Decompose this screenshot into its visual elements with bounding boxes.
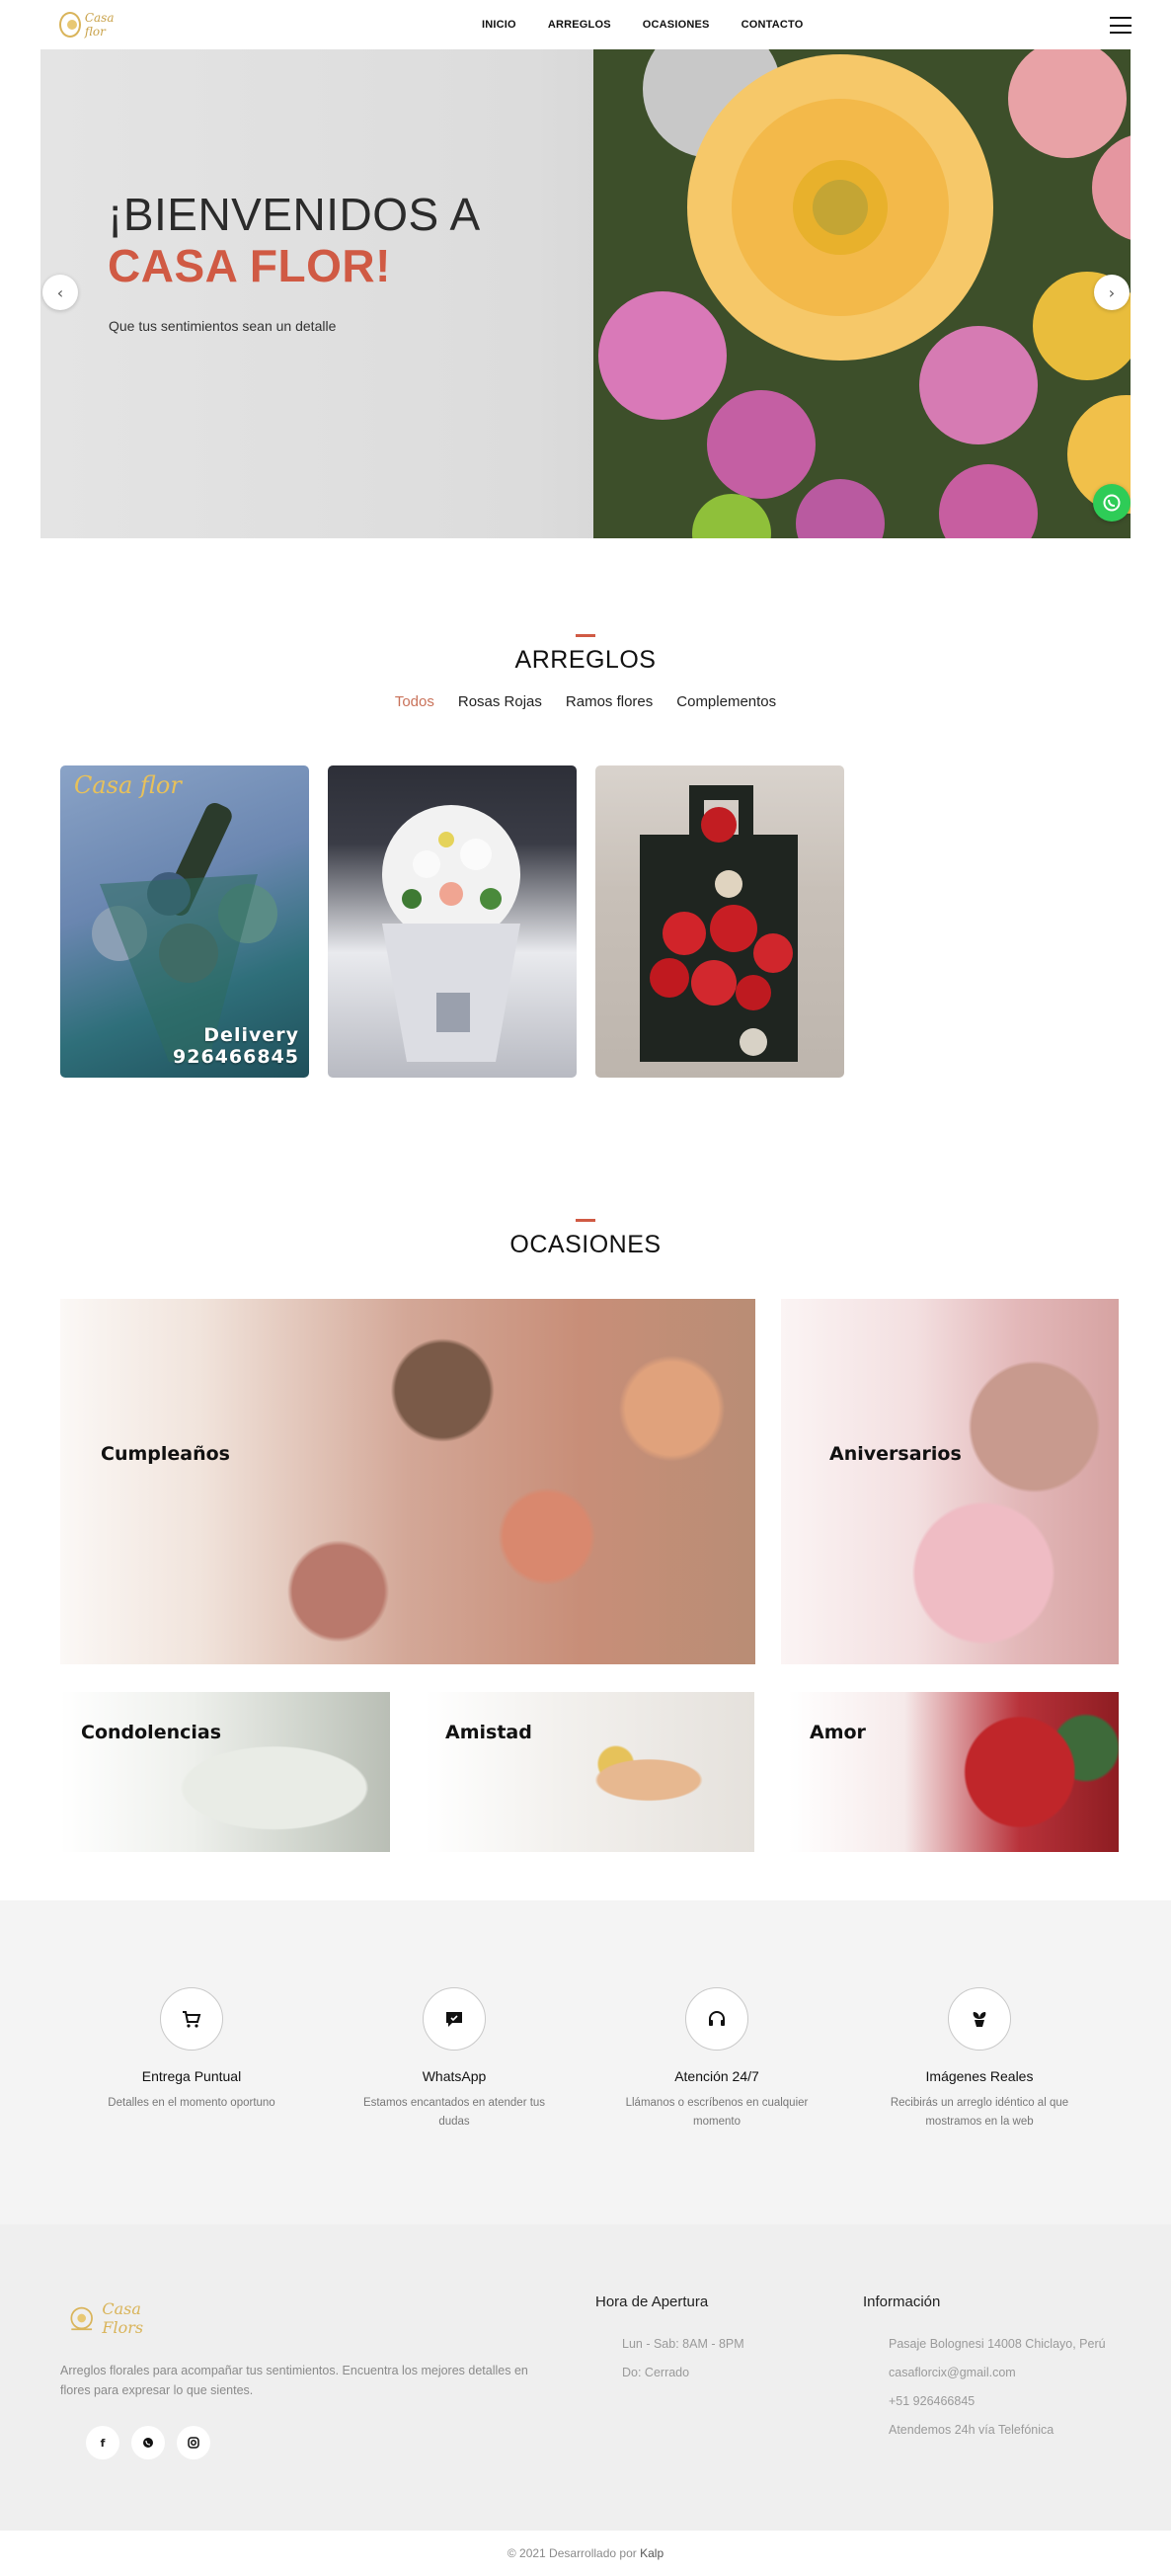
flower-logo-icon xyxy=(70,2306,93,2331)
ocasiones-title: OCASIONES xyxy=(509,1231,662,1258)
footer-logo-text: Casa Flors xyxy=(102,2299,144,2337)
cart-icon xyxy=(160,1987,223,2051)
delivery-label: Delivery xyxy=(203,1024,299,1046)
card-watermark: Casa flor xyxy=(74,771,182,799)
slider-next-button[interactable]: › xyxy=(1094,275,1130,310)
instagram-icon[interactable] xyxy=(177,2426,210,2459)
ocasion-label: Aniversarios xyxy=(829,1443,962,1465)
hero-flowers-image xyxy=(593,49,1131,538)
hours-title: Hora de Apertura xyxy=(595,2294,709,2310)
arreglos-filters: Todos Rosas Rojas Ramos flores Complemen… xyxy=(0,693,1171,710)
slider-prev-button[interactable]: ‹ xyxy=(42,275,78,310)
whatsapp-icon[interactable] xyxy=(131,2426,165,2459)
feature-text: Recibirás un arreglo idéntico al que mos… xyxy=(890,2097,1069,2128)
ocasion-amistad[interactable]: Amistad xyxy=(425,1692,754,1852)
site-header: Casa flor INICIO ARREGLOS OCASIONES CONT… xyxy=(0,0,1171,49)
whatsapp-icon xyxy=(1103,494,1121,512)
menu-icon[interactable] xyxy=(1110,17,1132,34)
filter-ramos-flores[interactable]: Ramos flores xyxy=(566,693,653,710)
section-accent-bar xyxy=(576,634,595,637)
filter-complementos[interactable]: Complementos xyxy=(676,693,776,710)
hero-slider: ¡BIENVENIDOS A CASA FLOR! Que tus sentim… xyxy=(40,49,1131,538)
hours-item: Do: Cerrado xyxy=(622,2366,690,2379)
filter-todos[interactable]: Todos xyxy=(395,693,434,710)
hero-title: ¡BIENVENIDOS A xyxy=(108,189,481,240)
feature-title: Imágenes Reales xyxy=(925,2068,1034,2084)
logo-text: Casa flor xyxy=(84,11,115,39)
chat-icon xyxy=(423,1987,486,2051)
ocasion-condolencias[interactable]: Condolencias xyxy=(60,1692,390,1852)
filter-rosas-rojas[interactable]: Rosas Rojas xyxy=(458,693,542,710)
feature-item: Imágenes Reales Recibirás un arreglo idé… xyxy=(848,1987,1111,2132)
ocasion-label: Amistad xyxy=(445,1722,532,1743)
ocasion-label: Amor xyxy=(810,1722,866,1743)
arreglo-image xyxy=(382,805,520,1062)
ocasion-label: Condolencias xyxy=(81,1722,222,1743)
features-section: Entrega Puntual Detalles en el momento o… xyxy=(0,1900,1171,2224)
site-logo[interactable]: Casa flor xyxy=(59,8,128,41)
ocasion-amor[interactable]: Amor xyxy=(789,1692,1119,1852)
copyright-author-link[interactable]: Kalp xyxy=(640,2546,664,2560)
nav-inicio[interactable]: INICIO xyxy=(482,19,516,31)
feature-item: Entrega Puntual Detalles en el momento o… xyxy=(60,1987,323,2113)
headphones-icon xyxy=(685,1987,748,2051)
delivery-phone: 926466845 xyxy=(173,1046,299,1068)
hero-subtitle: Que tus sentimientos sean un detalle xyxy=(109,318,337,334)
site-footer: Casa Flors Arreglos florales para acompa… xyxy=(0,2224,1171,2531)
info-address: Pasaje Bolognesi 14008 Chiclayo, Perú xyxy=(889,2337,1106,2351)
feature-text: Estamos encantados en atender tus dudas xyxy=(362,2097,546,2128)
footer-description: Arreglos florales para acompañar tus sen… xyxy=(60,2364,528,2397)
main-nav: INICIO ARREGLOS OCASIONES CONTACTO xyxy=(482,0,803,49)
info-email[interactable]: casaflorcix@gmail.com xyxy=(889,2366,1016,2379)
nav-contacto[interactable]: CONTACTO xyxy=(742,19,804,31)
flower-logo-icon xyxy=(59,12,81,38)
feature-text: Detalles en el momento oportuno xyxy=(108,2097,275,2109)
feature-title: Entrega Puntual xyxy=(141,2068,242,2084)
ocasion-aniversarios[interactable]: Aniversarios xyxy=(781,1299,1119,1664)
facebook-icon[interactable]: f xyxy=(86,2426,119,2459)
feature-item: WhatsApp Estamos encantados en atender t… xyxy=(323,1987,586,2132)
arreglo-card[interactable]: Casa flor Delivery 926466845 xyxy=(60,765,309,1078)
ocasion-cumpleanos[interactable]: Cumpleaños xyxy=(60,1299,755,1664)
info-attention: Atendemos 24h vía Telefónica xyxy=(889,2423,1054,2437)
hero-title-brand: CASA FLOR! xyxy=(108,240,391,291)
delivery-text: Delivery 926466845 xyxy=(173,1024,299,1068)
feature-item: Atención 24/7 Llámanos o escríbenos en c… xyxy=(586,1987,848,2132)
arreglo-card[interactable] xyxy=(595,765,844,1078)
nav-arreglos[interactable]: ARREGLOS xyxy=(548,19,611,31)
ocasion-label: Cumpleaños xyxy=(101,1443,230,1465)
arreglos-title: ARREGLOS xyxy=(514,646,657,674)
arreglo-card[interactable] xyxy=(328,765,577,1078)
feature-title: WhatsApp xyxy=(422,2068,487,2084)
info-phone[interactable]: +51 926466845 xyxy=(889,2394,975,2408)
nav-ocasiones[interactable]: OCASIONES xyxy=(643,19,710,31)
arreglo-image xyxy=(640,785,798,1062)
feature-text: Llámanos o escríbenos en cualquier momen… xyxy=(625,2097,809,2128)
hours-item: Lun - Sab: 8AM - 8PM xyxy=(622,2337,744,2351)
copyright-text: © 2021 Desarrollado por xyxy=(507,2546,637,2560)
feature-title: Atención 24/7 xyxy=(674,2068,759,2084)
info-title: Información xyxy=(863,2294,941,2310)
section-accent-bar xyxy=(576,1219,595,1222)
footer-logo[interactable]: Casa Flors xyxy=(67,2298,176,2338)
whatsapp-float-button[interactable] xyxy=(1093,484,1131,522)
copyright-bar: © 2021 Desarrollado por Kalp xyxy=(0,2531,1171,2576)
plant-icon xyxy=(948,1987,1011,2051)
